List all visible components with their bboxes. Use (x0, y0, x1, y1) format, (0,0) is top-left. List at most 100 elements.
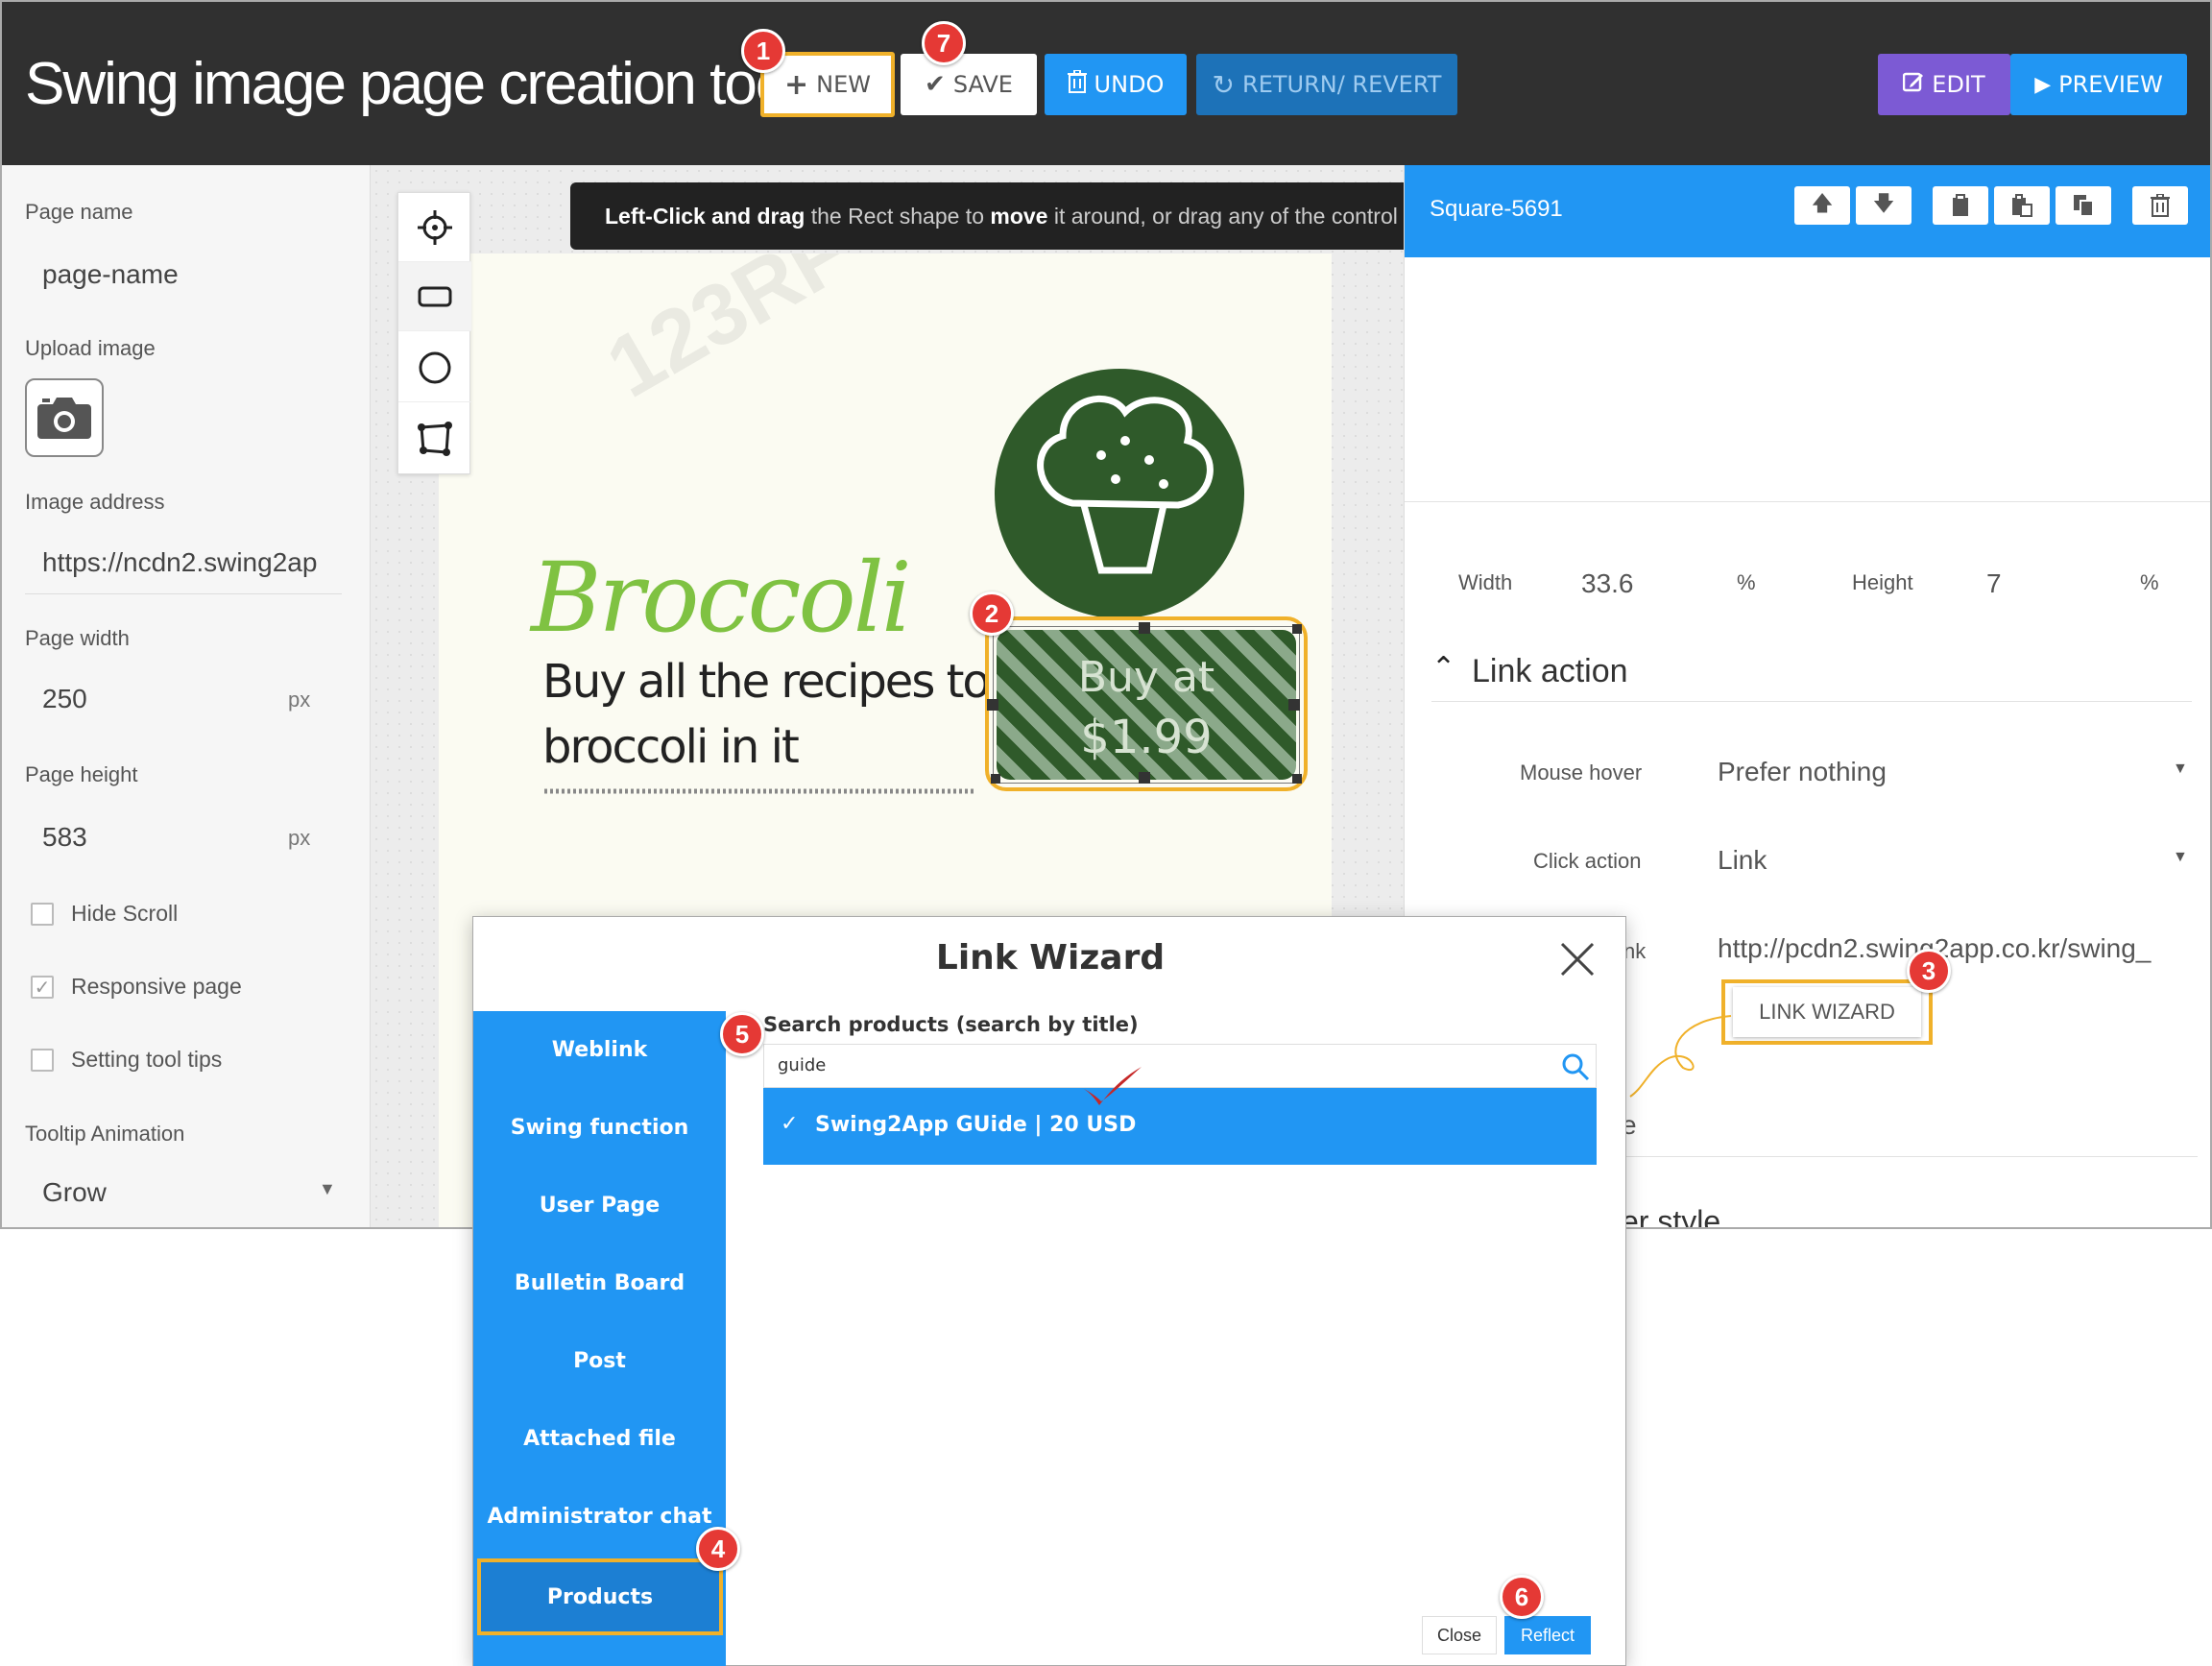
height-input[interactable]: 7 (1986, 568, 2002, 599)
check-icon: ✓ (34, 977, 51, 999)
step-badge-2: 2 (970, 592, 1014, 636)
search-products-value: guide (778, 1055, 827, 1075)
width-label: Width (1458, 570, 1513, 594)
menu-item-post[interactable]: Post (473, 1322, 726, 1399)
copy-button[interactable] (1933, 186, 1988, 225)
delete-shape-button[interactable] (2132, 186, 2188, 225)
move-up-button[interactable]: 🡅 (1794, 186, 1850, 225)
crosshair-tool[interactable] (398, 193, 471, 262)
refresh-icon: ↻ (1212, 68, 1236, 101)
edit-button-label: EDIT (1932, 71, 1985, 98)
app-title: Swing image page creation tool (25, 51, 800, 117)
circle-icon (419, 351, 451, 383)
search-products-input[interactable]: guide (763, 1044, 1597, 1088)
mouse-hover-value: Prefer nothing (1718, 757, 1887, 786)
hide-scroll-checkbox[interactable] (31, 903, 54, 926)
arrow-down-icon: 🡇 (1872, 191, 1895, 215)
link-type-menu: Weblink Swing function User Page Bulleti… (473, 1011, 726, 1666)
preview-button[interactable]: ▶ PREVIEW (2010, 54, 2187, 115)
curly-arrow-decoration (1629, 1015, 1732, 1098)
mouse-hover-select[interactable]: Prefer nothing ▼ (1718, 747, 2201, 795)
move-down-button[interactable]: 🡇 (1856, 186, 1911, 225)
menu-item-attached-file[interactable]: Attached file (473, 1400, 726, 1477)
page-width-input[interactable]: 250 (42, 684, 87, 714)
menu-item-weblink[interactable]: Weblink (473, 1011, 726, 1088)
shape-header: Square-5691 🡅 🡇 (1405, 165, 2210, 257)
resize-handle[interactable] (1292, 774, 1302, 784)
divider (1622, 1156, 2198, 1157)
page-name-label: Page name (25, 200, 133, 224)
image-text-line2: broccoli in it (542, 720, 800, 774)
clipboard-icon (1953, 194, 1968, 216)
edit-button[interactable]: EDIT (1878, 54, 2010, 115)
setting-tool-tips-checkbox[interactable] (31, 1049, 54, 1072)
setting-tool-tips-label: Setting tool tips (71, 1047, 223, 1072)
image-heading: Broccoli (531, 542, 912, 654)
click-action-select[interactable]: Link ▼ (1718, 835, 2201, 883)
resize-handle[interactable] (991, 774, 1000, 784)
width-input[interactable]: 33.6 (1581, 568, 1634, 599)
height-label: Height (1852, 570, 1913, 594)
instruction-bold-2: move (990, 203, 1048, 229)
reflect-button[interactable]: Reflect (1504, 1616, 1591, 1654)
duplicate-icon (2074, 195, 2094, 217)
rectangle-tool[interactable] (398, 262, 471, 331)
responsive-page-checkbox[interactable]: ✓ (31, 976, 54, 999)
resize-handle[interactable] (987, 699, 998, 711)
step-badge-1: 1 (741, 29, 785, 73)
tooltip-animation-value: Grow (42, 1177, 107, 1207)
shape-name: Square-5691 (1430, 196, 1563, 222)
close-button[interactable]: Close (1422, 1616, 1497, 1654)
instruction-text-2: it around, or drag any of the control p (1047, 203, 1404, 229)
play-icon: ▶ (2034, 72, 2052, 97)
image-address-input[interactable]: https://ncdn2.swing2ap (42, 547, 330, 578)
save-button[interactable]: ✔ SAVE (901, 54, 1037, 115)
menu-item-swing-function[interactable]: Swing function (473, 1089, 726, 1166)
paste-button[interactable] (1994, 186, 2050, 225)
paste-icon (2012, 194, 2032, 217)
divider (1431, 701, 2192, 702)
plus-icon: + (784, 67, 809, 102)
divider (1405, 501, 2210, 502)
menu-item-user-page[interactable]: User Page (473, 1167, 726, 1243)
link-action-section-toggle[interactable]: ⌃ Link action (1431, 649, 2200, 697)
polygon-tool[interactable] (398, 404, 471, 473)
menu-item-administrator-chat[interactable]: Administrator chat (473, 1478, 726, 1555)
search-icon[interactable] (1561, 1052, 1590, 1081)
edit-icon (1903, 71, 1924, 98)
circle-tool[interactable] (398, 333, 471, 402)
link-wizard-dialog: Link Wizard Weblink Swing function User … (472, 916, 1626, 1666)
click-action-value: Link (1718, 845, 1767, 875)
page-name-input[interactable]: page-name (42, 259, 179, 290)
page-settings-panel: Page name page-name Upload image Image a… (2, 165, 371, 1227)
return-revert-button-label: RETURN/ REVERT (1242, 71, 1442, 98)
link-wizard-button[interactable]: LINK WIZARD (1733, 987, 1921, 1037)
search-result-item[interactable]: ✓ Swing2App GUide | 20 USD (763, 1088, 1597, 1165)
duplicate-button[interactable] (2056, 186, 2111, 225)
undo-button[interactable]: UNDO (1045, 54, 1187, 115)
top-header: Swing image page creation tool + NEW ✔ S… (2, 2, 2210, 165)
menu-item-products[interactable]: Products (477, 1558, 723, 1635)
step-badge-6: 6 (1500, 1575, 1544, 1619)
link-url-input[interactable]: http://pcdn2.swing2app.co.kr/swing_ (1718, 933, 2198, 964)
check-icon: ✔ (925, 70, 946, 99)
menu-item-bulletin-board[interactable]: Bulletin Board (473, 1244, 726, 1321)
caret-down-icon: ▼ (2173, 761, 2188, 777)
page-height-label: Page height (25, 762, 138, 786)
save-button-label: SAVE (952, 71, 1013, 98)
upload-image-button[interactable] (25, 378, 104, 457)
crosshair-icon (418, 209, 452, 245)
page-height-input[interactable]: 583 (42, 822, 87, 853)
resize-handle[interactable] (1139, 772, 1150, 784)
caret-down-icon: ▼ (2173, 849, 2188, 865)
height-unit: % (2140, 570, 2159, 594)
close-icon[interactable] (1556, 938, 1599, 980)
resize-handle[interactable] (1288, 699, 1300, 711)
tooltip-animation-select[interactable]: Grow ▼ (25, 1164, 342, 1218)
resize-handle[interactable] (1139, 622, 1150, 634)
tooltip-animation-label: Tooltip Animation (25, 1122, 185, 1146)
return-revert-button[interactable]: ↻ RETURN/ REVERT (1196, 54, 1457, 115)
width-unit: % (1737, 570, 1756, 594)
arrow-up-icon: 🡅 (1811, 191, 1834, 215)
resize-handle[interactable] (1292, 624, 1302, 634)
